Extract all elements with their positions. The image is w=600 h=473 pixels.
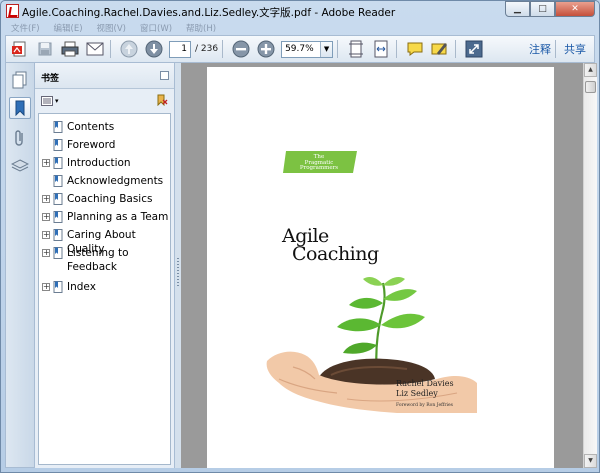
- menu-edit[interactable]: 编辑(E): [54, 22, 83, 34]
- book-title-line-2: Coaching: [292, 243, 379, 265]
- scroll-down-button[interactable]: ▼: [584, 454, 597, 468]
- bookmark-icon: [53, 121, 63, 133]
- app-window: Agile.Coaching.Rachel.Davies.and.Liz.Sed…: [0, 0, 600, 473]
- bookmark-label: Coaching Basics: [67, 193, 153, 205]
- expand-toggle-icon[interactable]: +: [42, 283, 50, 291]
- zoom-value[interactable]: 59.7%: [282, 42, 320, 57]
- pages-icon[interactable]: [9, 69, 31, 91]
- page-number-input[interactable]: 1: [169, 40, 191, 58]
- window-title: Agile.Coaching.Rachel.Davies.and.Liz.Sed…: [22, 7, 396, 19]
- bookmark-options-button[interactable]: ▾: [41, 96, 59, 106]
- bookmark-icon: [53, 175, 63, 187]
- vertical-scrollbar[interactable]: ▲ ▼: [583, 63, 597, 468]
- bookmark-label: Contents: [67, 121, 115, 133]
- bookmark-label: Index: [67, 281, 96, 293]
- toolbar-right: 注释 共享: [517, 40, 594, 58]
- bookmark-label: Foreword: [67, 139, 116, 151]
- expand-toggle-icon[interactable]: +: [42, 159, 50, 167]
- menu-help[interactable]: 帮助(H): [186, 22, 216, 34]
- zoom-dropdown-icon[interactable]: ▼: [320, 41, 333, 57]
- scroll-up-button[interactable]: ▲: [584, 63, 597, 77]
- panel-tools: ▾: [35, 90, 174, 112]
- toolbar-separator: [110, 40, 111, 58]
- highlight-icon[interactable]: [429, 38, 451, 60]
- pdf-page: The Pragmatic Programmers Agile Coaching…: [207, 67, 554, 468]
- bookmark-list: Contents Foreword + Introduction Acknowledgm…: [38, 113, 171, 465]
- bookmarks-icon[interactable]: [9, 97, 31, 119]
- options-dropdown-icon: ▾: [55, 97, 59, 105]
- page-total: / 236: [195, 44, 219, 54]
- layers-icon[interactable]: [9, 155, 31, 177]
- menu-bar: 文件(F) 编辑(E) 视图(V) 窗口(W) 帮助(H): [5, 21, 595, 35]
- expand-toggle-icon[interactable]: +: [42, 195, 50, 203]
- panel-title: 书签: [41, 74, 60, 84]
- bookmarks-panel: 书签 ▾ Contents Foreword + Introduction Acknow…: [35, 63, 175, 468]
- toolbar-separator: [337, 40, 339, 58]
- panel-header: 书签: [35, 63, 174, 89]
- window-controls: ▁ □ ✕: [505, 1, 595, 17]
- title-bar: Agile.Coaching.Rachel.Davies.and.Liz.Sed…: [1, 1, 599, 21]
- email-icon[interactable]: [84, 38, 106, 60]
- options-list-icon: [41, 96, 53, 106]
- delete-bookmark-icon: [157, 94, 168, 106]
- expand-toggle-icon[interactable]: +: [42, 213, 50, 221]
- main-toolbar: 1 / 236 59.7% ▼ 注释 共享: [5, 35, 595, 63]
- bookmark-label: Introduction: [67, 157, 131, 169]
- previous-page-icon[interactable]: [118, 38, 140, 60]
- toolbar-separator: [455, 40, 457, 58]
- zoom-out-icon[interactable]: [230, 38, 252, 60]
- print-icon[interactable]: [59, 38, 81, 60]
- zoom-combobox[interactable]: 59.7% ▼: [281, 40, 334, 58]
- bookmark-label: Acknowledgments: [67, 175, 164, 187]
- close-button[interactable]: ✕: [555, 1, 595, 17]
- create-pdf-icon[interactable]: [9, 38, 31, 60]
- menu-file[interactable]: 文件(F): [11, 22, 40, 34]
- author-2: Liz Sedley: [396, 389, 438, 398]
- bookmark-icon: [53, 247, 63, 259]
- menu-window[interactable]: 窗口(W): [140, 22, 172, 34]
- expand-toggle-icon[interactable]: +: [42, 231, 50, 239]
- comment-link[interactable]: 注释: [529, 41, 551, 57]
- document-view[interactable]: The Pragmatic Programmers Agile Coaching…: [181, 63, 583, 468]
- author-1: Rachel Davies: [396, 379, 454, 388]
- maximize-button[interactable]: □: [530, 1, 555, 17]
- fit-width-icon[interactable]: [370, 38, 392, 60]
- minimize-button[interactable]: ▁: [505, 1, 530, 17]
- menu-view[interactable]: 视图(V): [97, 22, 126, 34]
- bookmark-label: Listening to Feedback: [67, 247, 129, 273]
- delete-bookmark-button[interactable]: [156, 94, 168, 109]
- zoom-in-icon[interactable]: [255, 38, 277, 60]
- scroll-thumb[interactable]: [585, 81, 596, 93]
- adobe-reader-icon: [6, 4, 19, 18]
- toolbar-separator: [396, 40, 398, 58]
- bookmark-icon: [53, 193, 63, 205]
- foreword-credit: Foreword by Ron Jeffries: [396, 403, 453, 408]
- next-page-icon[interactable]: [143, 38, 165, 60]
- attachments-icon[interactable]: [9, 127, 31, 149]
- navigation-strip: [5, 63, 35, 468]
- comment-icon[interactable]: [404, 38, 426, 60]
- bookmark-label: Planning as a Team: [67, 211, 169, 223]
- publisher-badge: [283, 151, 357, 173]
- bookmark-icon: [53, 229, 63, 241]
- toolbar-separator: [222, 40, 224, 58]
- bookmark-icon: [53, 157, 63, 169]
- bookmark-icon: [53, 211, 63, 223]
- expand-toggle-icon[interactable]: +: [42, 249, 50, 257]
- bookmark-icon: [53, 139, 63, 151]
- splitter-grip: [177, 258, 179, 288]
- toolbar-separator: [555, 40, 556, 58]
- panel-collapse-button[interactable]: [160, 71, 169, 80]
- bookmark-icon: [53, 281, 63, 293]
- full-screen-icon[interactable]: [463, 38, 485, 60]
- share-link[interactable]: 共享: [564, 41, 586, 57]
- fit-page-icon[interactable]: [345, 38, 367, 60]
- save-icon[interactable]: [34, 38, 56, 60]
